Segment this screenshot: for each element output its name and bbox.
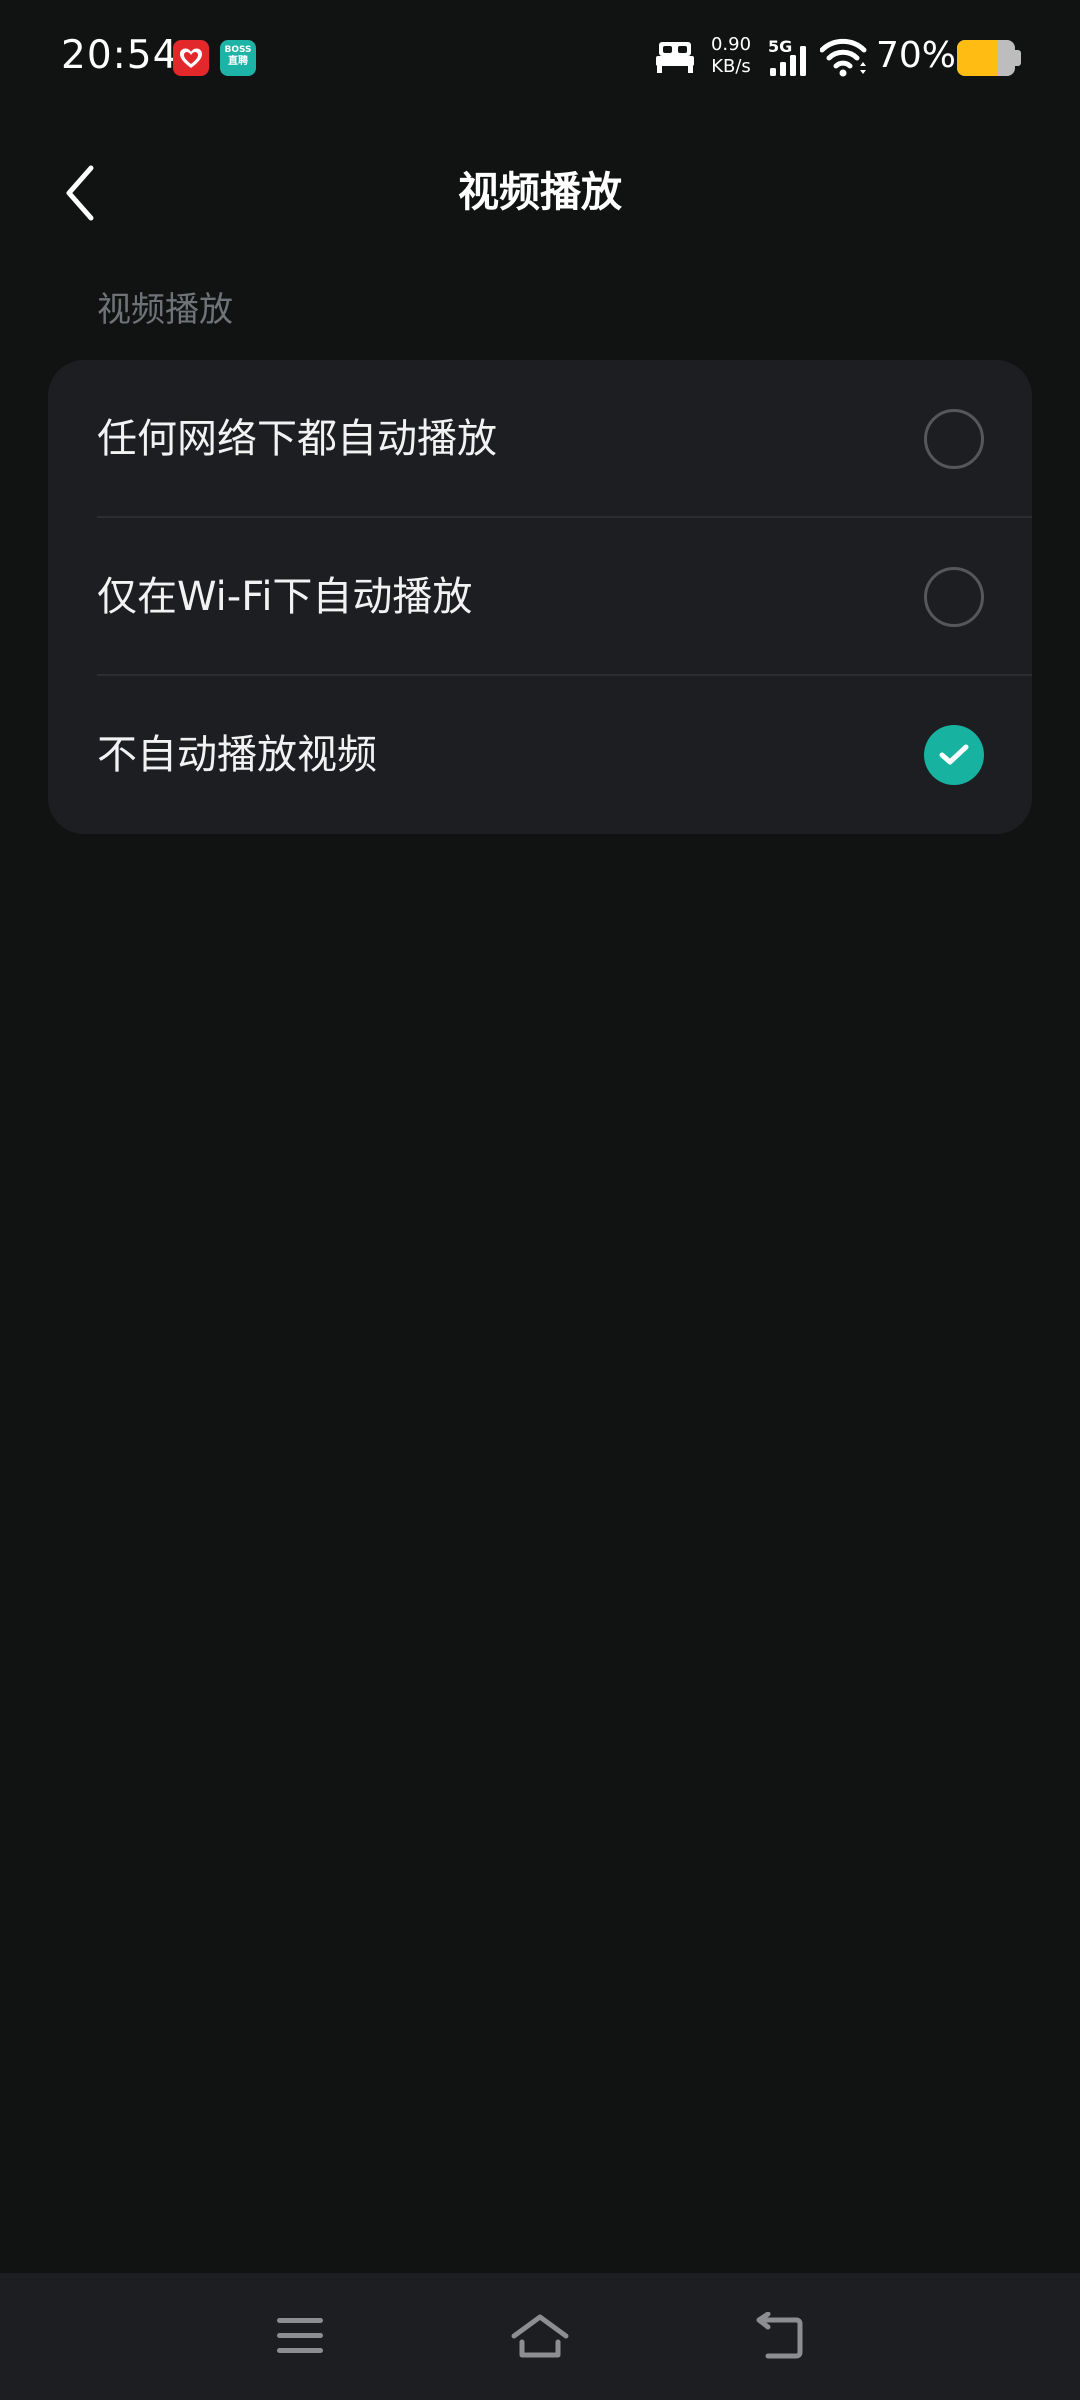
option-label: 任何网络下都自动播放: [97, 416, 497, 462]
network-speed: 0.90 KB/s: [708, 34, 754, 78]
cellular-signal-icon: 5G: [768, 37, 814, 82]
red-heart-app-icon: [173, 40, 209, 76]
battery-cap: [1015, 50, 1021, 66]
boss-icon-text-bottom: 直聘: [228, 56, 248, 67]
recent-apps-button[interactable]: [265, 2303, 335, 2369]
sleep-mode-bed-icon: [655, 40, 695, 78]
page-title: 视频播放: [458, 168, 622, 216]
radio-unchecked[interactable]: [924, 567, 984, 627]
system-navigation-bar: [0, 2273, 1080, 2400]
option-label: 不自动播放视频: [97, 732, 377, 778]
home-icon: [511, 2314, 569, 2358]
status-time: 20:54: [61, 33, 179, 78]
home-button[interactable]: [505, 2303, 575, 2369]
battery-percent: 70%: [876, 35, 957, 76]
boss-icon-text-top: BOSS: [224, 45, 252, 55]
screen: 20:54 BOSS 直聘 0.90 KB/s 5G 70% 视频播放 视频播放…: [0, 0, 1080, 2400]
battery-level-fill: [957, 40, 998, 76]
boss-zhipin-app-icon: BOSS 直聘: [220, 40, 256, 76]
back-icon: [756, 2312, 803, 2359]
radio-unchecked[interactable]: [924, 409, 984, 469]
autoplay-options-card: 任何网络下都自动播放 仅在Wi-Fi下自动播放 不自动播放视频: [48, 360, 1032, 834]
battery-icon: [957, 40, 1015, 76]
option-autoplay-any-network[interactable]: 任何网络下都自动播放: [48, 360, 1032, 518]
network-type-label: 5G: [768, 38, 792, 56]
wifi-icon: [819, 38, 868, 82]
option-label: 仅在Wi-Fi下自动播放: [97, 574, 473, 620]
network-speed-unit: KB/s: [711, 56, 751, 77]
menu-icon: [277, 2318, 323, 2353]
radio-checked[interactable]: [924, 725, 984, 785]
status-bar: 20:54 BOSS 直聘 0.90 KB/s 5G 70%: [0, 0, 1080, 112]
checkmark-icon: [939, 744, 969, 765]
section-label: 视频播放: [97, 290, 233, 330]
network-speed-value: 0.90: [710, 34, 752, 55]
option-autoplay-wifi-only[interactable]: 仅在Wi-Fi下自动播放: [48, 518, 1032, 676]
system-back-button[interactable]: [745, 2303, 815, 2369]
option-no-autoplay[interactable]: 不自动播放视频: [48, 676, 1032, 834]
